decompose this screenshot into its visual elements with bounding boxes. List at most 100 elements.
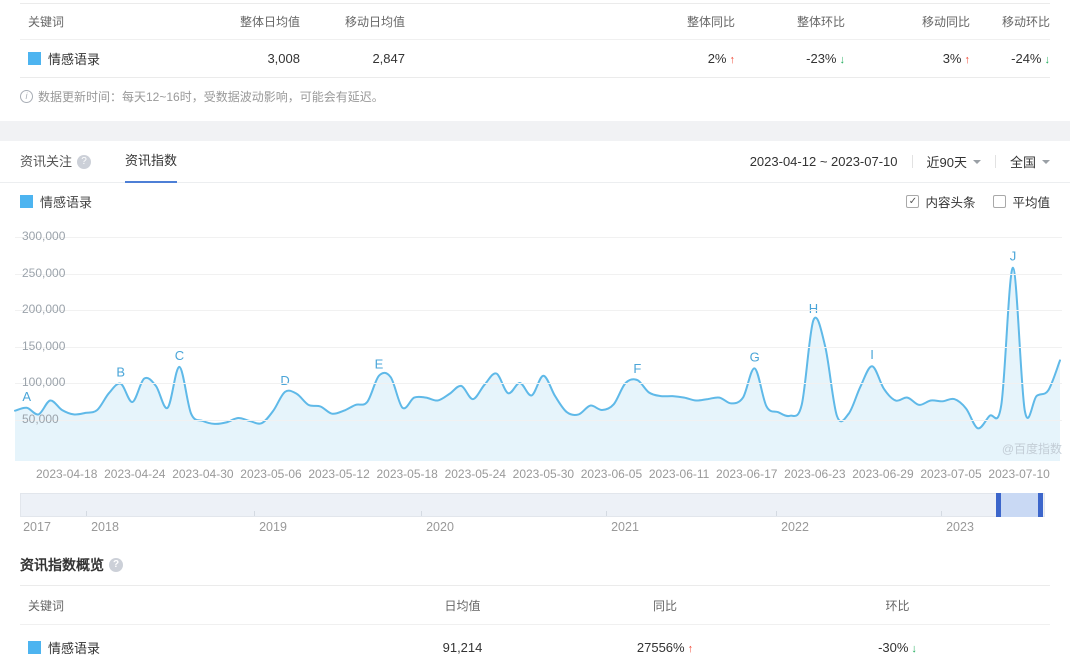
x-axis-tick-label: 2023-06-17 [716,467,778,481]
trend-value: -23% [806,51,837,66]
tab-news-index[interactable]: 资讯指数 [125,141,178,183]
info-icon [20,90,33,103]
mom-value: -30% ↓ [745,640,1050,655]
checkbox-content-headlines[interactable]: ✓ 内容头条 [906,192,975,211]
keyword-color-swatch [28,640,41,654]
x-axis-tick-label: 2023-07-10 [988,467,1050,481]
x-axis-tick-label: 2023-04-24 [104,467,166,481]
checkbox-label: 内容头条 [925,195,976,210]
y-axis-tick-label: 150,000 [22,338,66,353]
chevron-down-icon [1042,159,1050,164]
help-icon[interactable] [109,558,123,572]
checkbox-average[interactable]: 平均值 [993,192,1050,211]
col-overall-mom: 整体环比 [796,15,845,29]
timeline-year-labels: 2017 2018 2019 2020 2021 2022 2023 [20,517,1045,539]
keyword-cell: 情感语录 [20,638,340,657]
keyword-label: 情感语录 [48,640,101,656]
yoy-value: 27556% ↑ [585,640,745,655]
x-axis-tick-label: 2023-05-18 [376,467,438,481]
table-row: 情感语录 91,214 27556% ↑ -30% ↓ [20,625,1050,660]
overview-section-title: 资讯指数概览 [20,555,1050,575]
year-label-2023: 2023 [946,520,974,534]
region-dropdown-value: 全国 [1009,155,1036,170]
col-mom: 环比 [885,598,910,613]
baidu-index-watermark: @百度指数 [1001,442,1062,456]
peak-annotation-I: I [870,347,874,362]
mobile-yoy-value: 3% ↑ [845,51,970,66]
year-tick [86,511,87,516]
overall-mom-value: -23% ↓ [735,51,845,66]
x-axis-tick-label: 2023-05-12 [308,467,370,481]
col-mobile-mom: 移动环比 [1001,15,1050,29]
year-tick [776,511,777,516]
peak-annotation-H: H [809,301,818,316]
news-index-chart[interactable]: A B C D E F G H I J @百度指数 300,000 250,000 200,000 150… [0,219,1070,461]
down-arrow-icon: ↓ [911,642,917,655]
checkbox-icon[interactable] [993,194,1007,208]
y-axis-tick-label: 200,000 [22,302,66,316]
checkbox-icon[interactable]: ✓ [906,194,920,208]
keyword-cell: 情感语录 [20,49,215,68]
x-axis-tick-label: 2023-05-24 [444,467,506,481]
chevron-down-icon [972,159,981,164]
date-range-label: 2023-04-12 ~ 2023-07-10 [749,154,898,169]
page-gap-band [0,121,1070,141]
help-icon[interactable] [77,154,92,169]
col-overall-daily-avg: 整体日均值 [239,15,300,29]
x-axis-tick-label: 2023-06-11 [648,467,710,481]
overall-daily-avg-value: 3,008 [267,51,300,66]
region-dropdown[interactable]: 全国 [1010,152,1050,171]
peak-annotation-A: A [22,389,31,404]
timeline-left-handle[interactable] [996,493,1001,517]
year-label-2018: 2018 [91,520,119,534]
year-label-2022: 2022 [781,520,809,534]
timeline-slider-track[interactable] [20,493,1045,517]
keyword-label: 情感语录 [48,52,101,67]
col-keyword: 关键词 [28,598,65,613]
year-label-2020: 2020 [426,520,454,534]
x-axis-tick-label: 2023-06-05 [580,467,643,481]
timeline-zoom: 2017 2018 2019 2020 2021 2022 2023 [20,493,1045,539]
year-tick [941,511,942,516]
col-yoy: 同比 [652,598,677,613]
tab-label: 资讯关注 [20,153,73,169]
overview-title-text: 资讯指数概览 [20,557,104,573]
col-daily-avg: 日均值 [444,598,481,613]
peak-annotation-G: G [750,349,760,364]
tab-news-attention[interactable]: 资讯关注 [20,141,92,183]
overall-yoy-value: 2% ↑ [405,51,735,66]
year-label-2017: 2017 [23,520,51,534]
news-index-card: 资讯关注 资讯指数 2023-04-12 ~ 2023-07-10 近90天 全… [0,141,1070,660]
keyword-color-swatch [28,52,41,65]
data-update-note: 数据更新时间：每天12~16时，受数据波动影响，可能会有延迟。 [20,88,1050,105]
separator [994,155,996,168]
col-overall-yoy: 整体同比 [686,15,735,29]
period-dropdown[interactable]: 近90天 [927,152,981,171]
col-keyword: 关键词 [28,15,65,29]
up-arrow-icon: ↑ [687,642,694,655]
gridline [15,273,1062,275]
summary-table-header: 关键词 整体日均值 移动日均值 整体同比 整体环比 移动同比 移动环比 [20,3,1050,40]
trend-value: -30% [878,639,909,655]
x-axis-tick-label: 2023-05-30 [512,467,575,481]
mobile-mom-value: -24% ↓ [970,51,1050,66]
legend-color-swatch [20,194,33,208]
y-axis-tick-label: 100,000 [22,375,66,389]
year-tick [606,511,607,516]
gridline [15,346,1062,348]
daily-avg-value: 91,214 [442,639,483,655]
x-axis-tick-label: 2023-05-06 [240,467,302,481]
peak-annotation-J: J [1010,249,1017,264]
legend-keyword: 情感语录 [40,194,93,210]
mobile-daily-avg-value: 2,847 [372,51,405,66]
x-axis-tick-label: 2023-06-23 [784,467,846,481]
y-axis-tick-label: 250,000 [22,265,66,280]
summary-table: 关键词 整体日均值 移动日均值 整体同比 整体环比 移动同比 移动环比 情感语录… [20,3,1050,78]
tab-bar: 资讯关注 资讯指数 2023-04-12 ~ 2023-07-10 近90天 全… [0,141,1070,183]
timeline-selection-window[interactable] [996,493,1043,517]
period-dropdown-value: 近90天 [926,155,967,170]
timeline-right-handle[interactable] [1038,493,1043,517]
tab-label: 资讯指数 [125,152,178,168]
x-axis-labels: 2023-04-18 2023-04-24 2023-04-30 2023-05-06… [20,461,1050,487]
x-axis-tick-label: 2023-06-29 [852,467,914,481]
